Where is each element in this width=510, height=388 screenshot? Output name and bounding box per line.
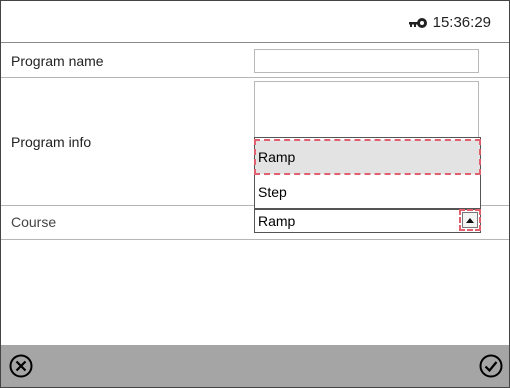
status-bar: 15:36:29 bbox=[1, 1, 509, 43]
course-option-step[interactable]: Step bbox=[255, 178, 480, 206]
course-select[interactable]: Ramp bbox=[254, 209, 481, 233]
chevron-up-icon bbox=[466, 218, 474, 223]
course-label: Course bbox=[11, 214, 57, 230]
program-name-label: Program name bbox=[11, 53, 104, 69]
course-options-list: Ramp Step bbox=[254, 137, 481, 209]
program-name-input[interactable] bbox=[254, 49, 479, 73]
key-icon bbox=[408, 17, 427, 28]
clock: 15:36:29 bbox=[407, 14, 491, 31]
cancel-icon[interactable] bbox=[9, 354, 33, 378]
divider bbox=[1, 77, 509, 78]
check-icon[interactable] bbox=[479, 354, 503, 378]
course-selected-value: Ramp bbox=[258, 213, 296, 229]
program-editor-window: 15:36:29 Program name Program info Cours… bbox=[0, 0, 510, 388]
action-bar bbox=[1, 345, 509, 387]
clock-time: 15:36:29 bbox=[432, 14, 491, 31]
divider bbox=[1, 239, 509, 240]
course-dropdown-toggle[interactable] bbox=[459, 209, 481, 231]
course-option-ramp[interactable]: Ramp bbox=[254, 139, 481, 175]
program-info-label: Program info bbox=[11, 134, 92, 150]
